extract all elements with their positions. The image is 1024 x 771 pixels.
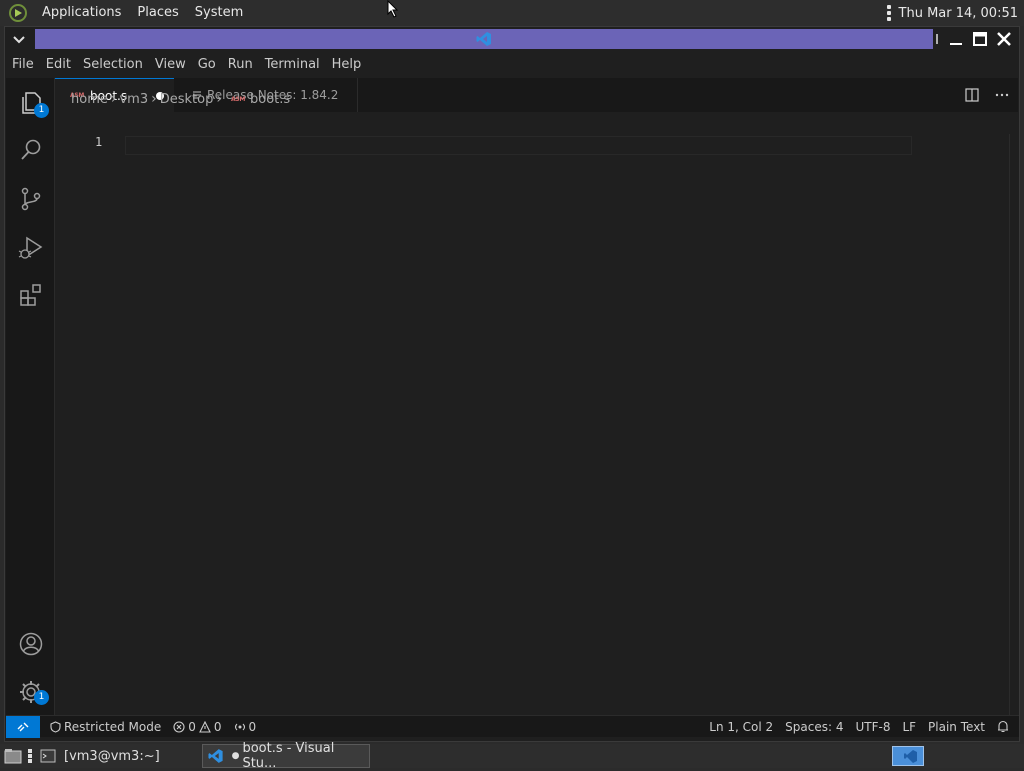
breadcrumb: home › vm3 › Desktop › ASM boot.s bbox=[71, 90, 290, 108]
error-icon bbox=[173, 720, 185, 733]
editor-scrollbar[interactable] bbox=[1009, 134, 1010, 715]
system-menu[interactable]: System bbox=[187, 0, 251, 26]
split-editor-icon[interactable] bbox=[964, 87, 980, 103]
asm-file-icon: ASM bbox=[230, 95, 245, 103]
manage-badge: 1 bbox=[34, 690, 49, 705]
taskbar-item-vscode[interactable]: ● boot.s - Visual Stu... bbox=[202, 741, 370, 771]
more-actions-icon[interactable] bbox=[994, 87, 1010, 103]
menu-file[interactable]: File bbox=[6, 52, 40, 78]
language-mode[interactable]: Plain Text bbox=[922, 720, 991, 734]
ports-indicator[interactable]: 0 bbox=[228, 720, 263, 734]
restricted-mode-label: Restricted Mode bbox=[64, 719, 162, 734]
places-menu[interactable]: Places bbox=[129, 0, 186, 26]
task-label: boot.s - Visual Stu... bbox=[242, 741, 335, 771]
vscode-logo-icon bbox=[476, 32, 491, 46]
terminal-icon bbox=[40, 749, 56, 763]
minimize-icon[interactable] bbox=[947, 30, 965, 48]
warning-icon bbox=[198, 720, 211, 733]
menu-go[interactable]: Go bbox=[192, 52, 222, 78]
encoding[interactable]: UTF-8 bbox=[849, 720, 896, 734]
current-line-highlight[interactable] bbox=[125, 136, 912, 155]
show-desktop-icon[interactable] bbox=[4, 748, 22, 764]
mouse-cursor-icon bbox=[387, 0, 399, 18]
end-of-line[interactable]: LF bbox=[896, 720, 922, 734]
system-top-panel: Applications Places System Thu Mar 14, 0… bbox=[0, 0, 1024, 26]
broadcast-icon bbox=[234, 723, 245, 730]
menu-view[interactable]: View bbox=[149, 52, 192, 78]
status-bar: Restricted Mode 0 0 0 Ln 1, Col 2 Spaces… bbox=[6, 715, 1019, 738]
warning-count: 0 bbox=[213, 719, 222, 734]
close-icon[interactable] bbox=[995, 30, 1013, 48]
workspace-vscode-icon bbox=[904, 750, 917, 763]
accounts-icon[interactable] bbox=[18, 631, 44, 657]
menu-run[interactable]: Run bbox=[222, 52, 259, 78]
shield-icon bbox=[50, 720, 61, 733]
error-count: 0 bbox=[188, 719, 196, 734]
search-icon[interactable] bbox=[18, 137, 44, 163]
menubar: File Edit Selection View Go Run Terminal… bbox=[6, 52, 1019, 78]
breadcrumb-chevron-icon: › bbox=[151, 91, 157, 107]
bell-icon bbox=[998, 720, 1008, 733]
bottom-taskbar: [vm3@vm3:~] ● boot.s - Visual Stu... bbox=[0, 741, 1024, 771]
vscode-logo-icon bbox=[208, 749, 223, 763]
line-number: 1 bbox=[95, 135, 103, 149]
breadcrumb-vm3[interactable]: vm3 bbox=[119, 92, 148, 107]
notifications-bell[interactable] bbox=[991, 720, 1019, 733]
window-title-strip[interactable] bbox=[35, 29, 933, 49]
task-label: [vm3@vm3:~] bbox=[64, 748, 160, 764]
editor-text-area[interactable]: 1 bbox=[55, 134, 1018, 715]
panel-handle-icon[interactable] bbox=[886, 5, 891, 21]
explorer-badge: 1 bbox=[34, 103, 49, 118]
distro-logo-icon[interactable] bbox=[8, 3, 28, 23]
remote-icon bbox=[17, 722, 29, 731]
breadcrumb-file[interactable]: boot.s bbox=[250, 92, 290, 107]
source-control-icon[interactable] bbox=[18, 186, 44, 212]
unsaved-dot-icon: ● bbox=[231, 751, 240, 761]
problems-indicator[interactable]: 0 0 bbox=[167, 720, 227, 734]
menu-terminal[interactable]: Terminal bbox=[259, 52, 326, 78]
breadcrumb-desktop[interactable]: Desktop bbox=[160, 92, 214, 107]
run-debug-icon[interactable] bbox=[18, 235, 44, 261]
menu-selection[interactable]: Selection bbox=[77, 52, 149, 78]
extensions-icon[interactable] bbox=[18, 282, 44, 308]
window-titlebar[interactable] bbox=[5, 27, 1019, 51]
activity-bar: 1 1 bbox=[6, 78, 55, 715]
remote-indicator[interactable] bbox=[6, 715, 40, 738]
breadcrumb-home[interactable]: home bbox=[71, 92, 108, 107]
workspace-switcher[interactable] bbox=[892, 746, 924, 766]
maximize-icon[interactable] bbox=[971, 30, 989, 48]
clock[interactable]: Thu Mar 14, 00:51 bbox=[899, 6, 1018, 21]
ports-count: 0 bbox=[248, 719, 257, 734]
restricted-mode-indicator[interactable]: Restricted Mode bbox=[40, 720, 167, 734]
breadcrumb-chevron-icon: › bbox=[110, 91, 117, 107]
vscode-window: File Edit Selection View Go Run Terminal… bbox=[4, 26, 1020, 742]
breadcrumb-chevron-icon: › bbox=[216, 91, 222, 107]
indentation[interactable]: Spaces: 4 bbox=[779, 720, 849, 734]
cursor-position[interactable]: Ln 1, Col 2 bbox=[703, 720, 779, 734]
menu-edit[interactable]: Edit bbox=[40, 52, 77, 78]
menu-help[interactable]: Help bbox=[326, 52, 368, 78]
taskbar-item-terminal[interactable]: [vm3@vm3:~] bbox=[38, 744, 198, 768]
window-menu-chevron-icon[interactable] bbox=[11, 31, 27, 47]
taskbar-handle-icon bbox=[28, 749, 32, 763]
applications-menu[interactable]: Applications bbox=[34, 0, 129, 26]
